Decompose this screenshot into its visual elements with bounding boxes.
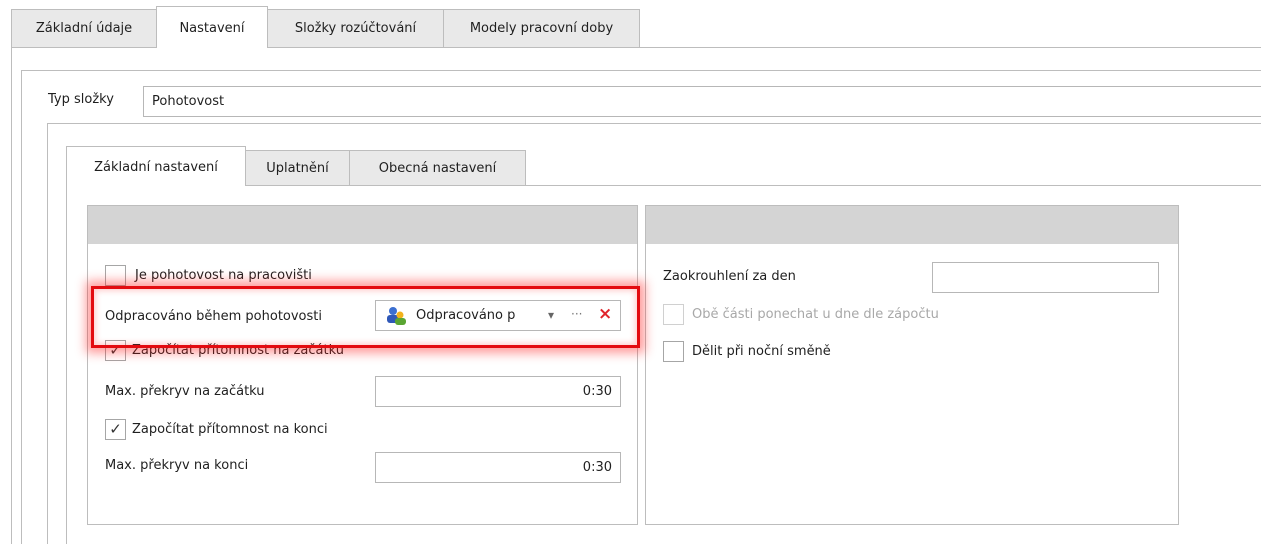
split-night-checkbox[interactable] xyxy=(663,341,684,362)
count-start-label: Započítat přítomnost na začátku xyxy=(132,343,344,358)
content-frame-left xyxy=(21,70,22,544)
tab-uplatneni[interactable]: Uplatnění xyxy=(245,150,350,185)
max-overlap-start-label: Max. překryv na začátku xyxy=(105,384,265,399)
count-end-checkbox[interactable]: ✓ xyxy=(105,419,126,440)
right-panel-header xyxy=(646,206,1178,244)
tab-slozky-rozuctovani[interactable]: Složky rozúčtování xyxy=(267,9,444,47)
max-overlap-start-input[interactable]: 0:30 xyxy=(375,376,621,407)
tab-modely-pracovni-doby[interactable]: Modely pracovní doby xyxy=(443,9,640,47)
count-start-checkbox[interactable]: ✓ xyxy=(105,340,126,361)
type-field[interactable]: Pohotovost xyxy=(143,86,1261,117)
tab-zakladni-udaje[interactable]: Základní údaje xyxy=(11,9,157,47)
left-panel-header xyxy=(88,206,637,244)
clear-icon[interactable]: × xyxy=(598,300,612,329)
rounding-label: Zaokrouhlení za den xyxy=(663,269,796,284)
max-overlap-end-label: Max. překryv na konci xyxy=(105,458,249,473)
keep-both-checkbox[interactable] xyxy=(663,304,684,325)
tab-obecna-nastaveni[interactable]: Obecná nastavení xyxy=(349,150,526,185)
group-frame-top xyxy=(47,123,1261,124)
top-tab-baseline-right xyxy=(267,47,1261,48)
inner-content-left xyxy=(66,185,67,544)
max-overlap-end-input[interactable]: 0:30 xyxy=(375,452,621,483)
keep-both-label: Obě části ponechat u dne dle zápočtu xyxy=(692,307,939,322)
count-end-label: Započítat přítomnost na konci xyxy=(132,422,328,437)
worked-during-lookup[interactable]: Odpracováno p ▾ ··· × xyxy=(375,300,621,331)
right-settings-panel xyxy=(645,205,1179,525)
top-tab-baseline-left xyxy=(11,47,157,48)
worked-during-label: Odpracováno během pohotovosti xyxy=(105,309,322,324)
content-frame-top xyxy=(21,70,1261,71)
employees-icon xyxy=(387,307,406,325)
group-frame-left xyxy=(47,123,48,544)
dropdown-arrow-icon[interactable]: ▾ xyxy=(548,301,554,330)
rounding-input[interactable] xyxy=(932,262,1159,293)
type-label: Typ složky xyxy=(48,92,114,107)
on-site-label: Je pohotovost na pracovišti xyxy=(135,268,312,283)
on-site-checkbox[interactable] xyxy=(105,265,126,286)
tab-nastaveni[interactable]: Nastavení xyxy=(156,6,268,48)
inner-tab-baseline xyxy=(245,185,1261,186)
split-night-label: Dělit při noční směně xyxy=(692,344,831,359)
tab-zakladni-nastaveni[interactable]: Základní nastavení xyxy=(66,146,246,186)
worked-during-value: Odpracováno p xyxy=(416,308,516,323)
outer-frame-left xyxy=(11,47,12,544)
ellipsis-icon[interactable]: ··· xyxy=(571,300,582,329)
